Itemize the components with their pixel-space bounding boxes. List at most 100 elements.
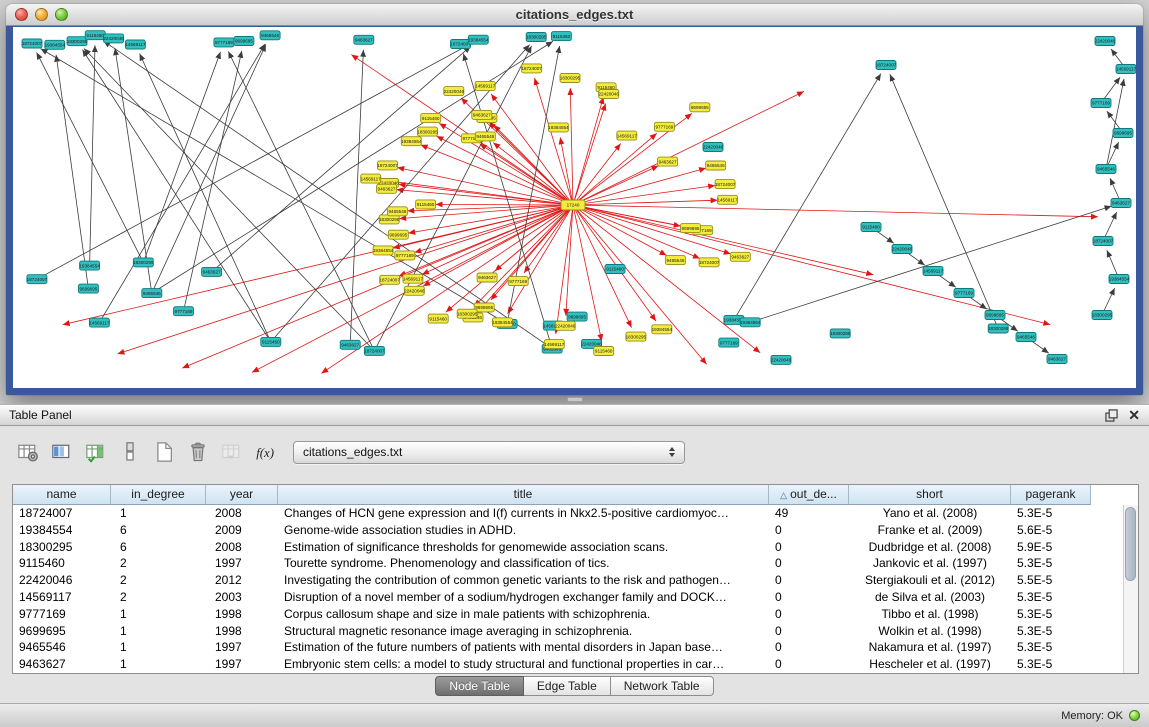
graph-node[interactable]: 9699695 [690,103,710,112]
graph-edge[interactable] [37,52,144,262]
graph-node[interactable]: 19384554 [468,35,489,44]
graph-node[interactable]: 9463627 [1111,199,1131,208]
table-row[interactable]: 946554611997Estimation of the future num… [13,639,1138,656]
graph-node[interactable]: 18724007 [377,161,398,170]
window-close-button[interactable] [15,8,28,21]
graph-edge[interactable] [573,205,667,255]
graph-node[interactable]: 14569117 [617,131,638,140]
graph-node[interactable]: 19384554 [373,246,394,255]
graph-node[interactable]: 19384554 [1109,275,1130,284]
new-table-button[interactable] [150,439,177,466]
graph-node[interactable]: 19384554 [652,325,673,334]
graph-node[interactable]: 9699695 [567,312,587,321]
graph-node[interactable]: 9463627 [202,267,222,276]
graph-edge[interactable] [152,41,553,293]
graph-node[interactable]: 14569117 [403,274,424,283]
graph-node[interactable]: 9777169 [508,277,528,286]
graph-node[interactable]: 9777169 [719,338,739,347]
graph-node[interactable]: 18724007 [379,275,400,284]
graph-edge[interactable] [573,91,804,205]
graph-edge[interactable] [890,74,998,328]
graph-node[interactable]: 19384554 [401,137,422,146]
graph-node[interactable]: 18724007 [699,258,720,267]
close-panel-icon[interactable]: ✕ [1128,408,1140,422]
graph-node[interactable]: 9699695 [388,230,408,239]
graph-edge[interactable] [573,104,606,206]
graph-node[interactable]: 9699695 [985,311,1005,320]
table-row[interactable]: 946362711997Embryonic stem cells: a mode… [13,656,1138,673]
graph-edge[interactable] [84,49,374,351]
graph-node[interactable]: 18724007 [876,61,897,70]
graph-node[interactable]: 19384554 [492,318,513,327]
function-builder-button[interactable]: f(x) [252,439,279,466]
graph-edge[interactable] [99,44,265,323]
column-header-year[interactable]: year [206,485,278,505]
graph-edge[interactable] [573,168,706,205]
graph-node[interactable]: 18724007 [27,275,48,284]
graph-node[interactable]: 9463627 [354,35,374,44]
graph-edge[interactable] [414,205,573,253]
graph-node[interactable]: 22420046 [598,90,619,99]
graph-edge[interactable] [573,205,681,226]
graph-node[interactable]: 9115460 [261,337,281,346]
graph-edge[interactable] [573,133,657,205]
graph-node[interactable]: 18300295 [626,332,647,341]
graph-edge[interactable] [115,48,152,293]
graph-node[interactable]: 9777169 [214,38,234,47]
graph-edge[interactable] [439,123,573,205]
graph-node[interactable]: 9465546 [1096,165,1116,174]
table-row[interactable]: 1830029562008Estimation of significance … [13,539,1138,556]
graph-node[interactable]: 9115460 [551,32,571,41]
graph-edge[interactable] [397,168,573,206]
table-row[interactable]: 969969511998Structural magnetic resonanc… [13,623,1138,640]
graph-node[interactable]: 19384554 [740,318,761,327]
vertical-scrollbar[interactable] [1123,505,1138,673]
create-column-button[interactable] [82,439,109,466]
graph-node[interactable]: 19384554 [45,40,66,49]
table-row[interactable]: 911546021997Tourette syndrome. Phenomeno… [13,555,1138,572]
graph-edge[interactable] [152,44,266,293]
graph-node[interactable]: 19384554 [79,261,100,270]
graph-node[interactable]: 14569117 [89,318,110,327]
tab-node-table[interactable]: Node Table [435,676,524,696]
graph-node[interactable]: 9463627 [658,157,678,166]
window-title-bar[interactable]: citations_edges.txt [6,4,1143,26]
graph-node[interactable]: 9699695 [1113,129,1133,138]
graph-node[interactable]: 9699695 [234,37,254,46]
graph-node[interactable]: 18724007 [521,64,542,73]
column-header-name[interactable]: name [13,485,111,505]
graph-node[interactable]: 18724007 [22,39,43,48]
table-row[interactable]: 1456911722003Disruption of a novel membe… [13,589,1138,606]
graph-edge[interactable] [350,50,363,345]
graph-node[interactable]: 14569117 [125,40,146,49]
graph-node[interactable]: 18300295 [1092,311,1113,320]
graph-node[interactable]: 18300295 [560,74,581,83]
graph-node[interactable]: 19384554 [548,123,569,132]
graph-node[interactable]: 9463627 [1047,355,1067,364]
table-row[interactable]: 1938455462009Genome-wide association stu… [13,522,1138,539]
float-panel-icon[interactable] [1105,409,1118,422]
show-columns-button[interactable] [48,439,75,466]
graph-node[interactable]: 22420046 [771,355,792,364]
graph-edge[interactable] [118,205,574,354]
graph-node[interactable]: 9465546 [1016,333,1036,342]
graph-edge[interactable] [491,94,573,205]
graph-node[interactable]: 18300295 [417,127,438,136]
graph-node[interactable]: 14569117 [717,195,738,204]
window-minimize-button[interactable] [35,8,48,21]
graph-node[interactable]: 9463627 [477,273,497,282]
column-header-out_degree[interactable]: △out_de... [769,485,849,505]
table-row[interactable]: 2242004622012Investigating the contribut… [13,572,1138,589]
graph-edge[interactable] [734,74,881,320]
graph-node[interactable]: 9699695 [681,224,701,233]
graph-edge[interactable] [381,180,573,205]
graph-node[interactable]: 9777169 [954,289,974,298]
splitter-handle[interactable] [567,397,583,402]
graph-node[interactable]: 22420046 [555,321,576,330]
graph-node[interactable]: 18300295 [526,33,547,42]
graph-node[interactable]: 22420046 [103,34,124,43]
graph-node[interactable]: 18300295 [988,324,1009,333]
graph-node[interactable]: 9777169 [174,307,194,316]
network-selector-dropdown[interactable]: citations_edges.txt [293,441,685,464]
graph-edge[interactable] [140,54,271,342]
